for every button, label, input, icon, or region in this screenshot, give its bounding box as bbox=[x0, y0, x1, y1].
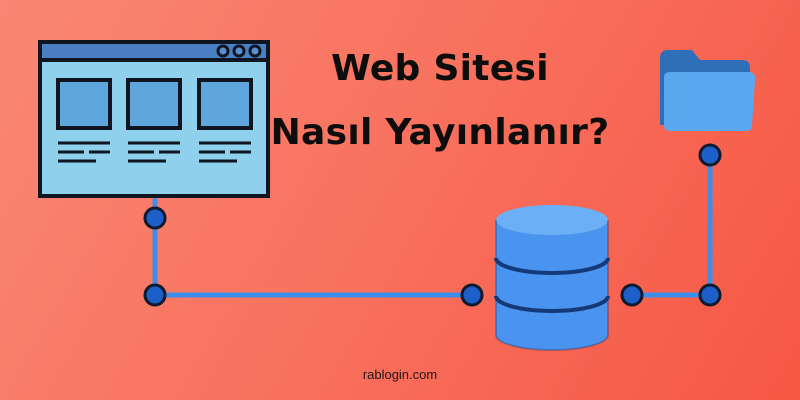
banner: Web Sitesi Nasıl Yayınlanır? rablogin.co… bbox=[0, 0, 800, 400]
database-icon bbox=[494, 205, 610, 351]
node-corner-left bbox=[143, 283, 167, 307]
browser-window-icon bbox=[38, 40, 270, 198]
title-line-1: Web Sitesi bbox=[331, 48, 549, 89]
site-url: rablogin.com bbox=[362, 367, 438, 382]
content-panels bbox=[56, 78, 253, 130]
node-database-right bbox=[620, 283, 644, 307]
title-line-2: Nasıl Yayınlanır? bbox=[270, 112, 610, 153]
node-corner-right bbox=[698, 283, 722, 307]
folder-icon bbox=[660, 50, 756, 131]
node-browser-bottom bbox=[143, 206, 167, 230]
node-database-left bbox=[460, 283, 484, 307]
node-folder-bottom bbox=[698, 143, 722, 167]
